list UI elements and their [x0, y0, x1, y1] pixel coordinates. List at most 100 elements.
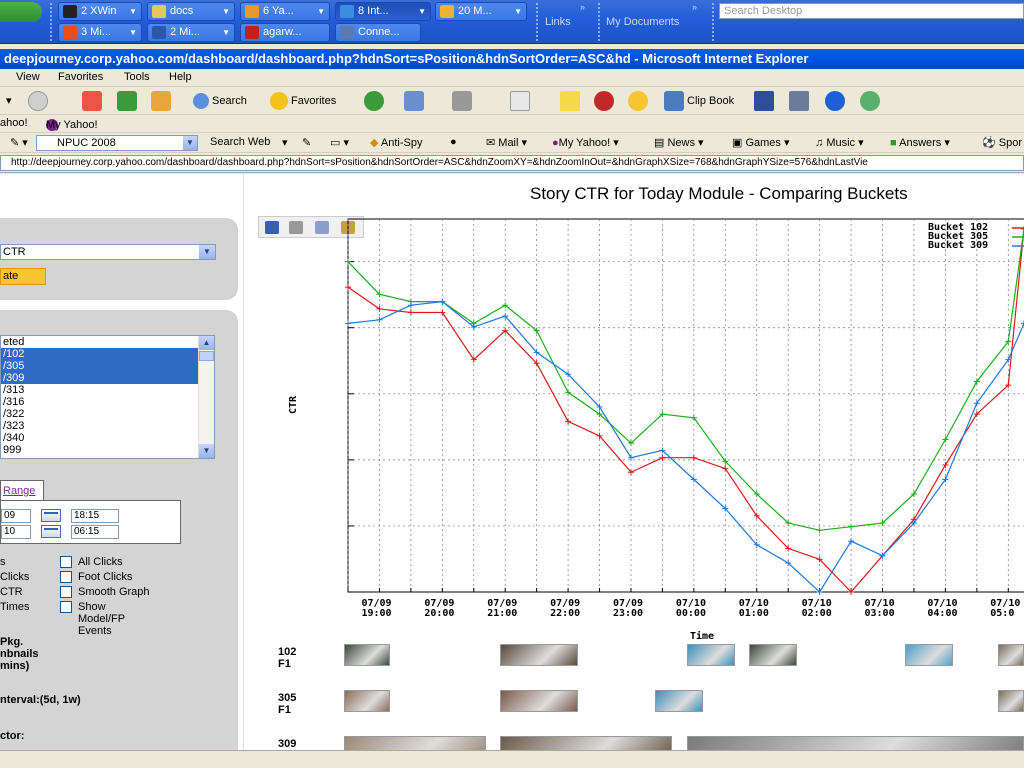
- data-point: [439, 309, 446, 316]
- research-button[interactable]: [789, 90, 812, 112]
- toolbar-grip[interactable]: [712, 3, 716, 41]
- search-web-dropdown[interactable]: ▾: [282, 136, 288, 149]
- story-thumbnail[interactable]: [687, 644, 735, 666]
- tick-label: 01:00: [738, 608, 769, 619]
- taskbar-button[interactable]: 2 Mi... ▼: [147, 23, 235, 42]
- monitor-button[interactable]: [754, 90, 777, 112]
- music-menu[interactable]: ♫ Music ▾: [815, 136, 864, 149]
- taskbar-button[interactable]: Conne...: [335, 23, 421, 42]
- tick-label: 02:00: [801, 608, 832, 619]
- story-thumbnail[interactable]: [749, 644, 797, 666]
- y-axis-label: CTR: [288, 395, 299, 414]
- taskbar-button[interactable]: agarw...: [240, 23, 330, 42]
- chevron-icon[interactable]: »: [692, 2, 697, 12]
- series-line: [347, 300, 1024, 593]
- chevron-down-icon[interactable]: ▼: [183, 136, 197, 150]
- refresh-button[interactable]: [117, 90, 140, 112]
- mail-menu[interactable]: ✉ Mail ▾: [486, 136, 527, 149]
- edit-button[interactable]: [510, 90, 533, 112]
- app-icon: [63, 5, 77, 18]
- yahoo-search-input[interactable]: NPUC 2008 ▼: [36, 135, 198, 151]
- start-button[interactable]: [0, 2, 42, 22]
- search-icon: [193, 93, 209, 110]
- privacy-icon[interactable]: ●: [450, 136, 457, 148]
- chevron-down-icon: ▼: [222, 7, 230, 16]
- chevron-down-icon: ▼: [418, 7, 426, 16]
- search-button[interactable]: Search: [193, 90, 247, 112]
- favorites-button[interactable]: Favorites: [270, 90, 336, 112]
- news-menu[interactable]: ▤ News ▾: [654, 136, 704, 149]
- chevron-icon[interactable]: »: [580, 2, 585, 12]
- app-icon: [440, 5, 454, 18]
- mail-button[interactable]: [404, 90, 427, 112]
- messenger-button[interactable]: [628, 90, 651, 112]
- address-input[interactable]: http://deepjourney.corp.yahoo.com/dashbo…: [0, 155, 1024, 171]
- yahoo-button[interactable]: [594, 90, 617, 112]
- legend-entry: Bucket 309: [928, 240, 989, 251]
- anti-spy-button[interactable]: ◆ Anti-Spy: [370, 136, 423, 149]
- app-icon: [63, 26, 77, 39]
- story-thumbnail[interactable]: [500, 736, 672, 750]
- menu-view[interactable]: View: [16, 71, 40, 83]
- page-content: CTR ▼ ate eted/102/305/309/313/316/322/3…: [0, 174, 1024, 750]
- tick-label: 19:00: [361, 608, 392, 619]
- story-thumbnail[interactable]: [344, 690, 390, 712]
- story-thumbnail[interactable]: [344, 736, 486, 750]
- story-thumbnail[interactable]: [655, 690, 703, 712]
- taskbar-button[interactable]: docs ▼: [147, 2, 235, 21]
- story-thumbnail[interactable]: [905, 644, 953, 666]
- tick-label: 20:00: [424, 608, 455, 619]
- links-toolbar-label[interactable]: Links: [545, 16, 571, 28]
- taskbar-button[interactable]: 8 Int... ▼: [335, 2, 431, 21]
- taskbar-button[interactable]: 20 M... ▼: [435, 2, 527, 21]
- print-button[interactable]: [452, 90, 475, 112]
- highlight-icon[interactable]: ✎: [302, 136, 311, 149]
- desktop-search-input[interactable]: Search Desktop: [719, 3, 1024, 19]
- series-line: [347, 228, 1024, 531]
- story-thumbnail[interactable]: [500, 690, 578, 712]
- taskbar-button[interactable]: 3 Mi... ▼: [58, 23, 142, 42]
- my-yahoo-menu[interactable]: ●My Yahoo! ▾: [552, 136, 619, 149]
- notes-button[interactable]: [560, 90, 583, 112]
- story-thumbnail[interactable]: [500, 644, 578, 666]
- tick-label: 05:0: [990, 608, 1015, 619]
- clipbook-button[interactable]: Clip Book: [664, 90, 734, 112]
- sports-menu[interactable]: ⚽ Spor: [982, 136, 1022, 149]
- back-dropdown-icon[interactable]: ▾: [6, 90, 12, 112]
- forward-button[interactable]: [28, 90, 51, 112]
- plot-frame: [347, 218, 1024, 593]
- story-thumbnail[interactable]: [344, 644, 390, 666]
- data-point: [690, 454, 697, 461]
- data-point: [816, 527, 823, 534]
- taskbar-button[interactable]: 2 XWin ▼: [58, 2, 142, 21]
- app-icon: [245, 26, 259, 39]
- pencil-icon[interactable]: ✎ ▾: [10, 136, 28, 149]
- toolbar-grip[interactable]: [536, 3, 540, 41]
- story-thumbnail[interactable]: [998, 690, 1024, 712]
- menu-help[interactable]: Help: [169, 71, 192, 83]
- popup-blocker-icon[interactable]: ▭ ▾: [330, 136, 349, 149]
- star-icon: [270, 92, 288, 111]
- toolbar-grip[interactable]: [598, 3, 602, 41]
- menu-favorites[interactable]: Favorites: [58, 71, 103, 83]
- home-button[interactable]: [151, 90, 174, 112]
- toolbar-grip[interactable]: [50, 3, 54, 41]
- games-menu[interactable]: ▣ Games ▾: [732, 136, 790, 149]
- menu-tools[interactable]: Tools: [124, 71, 150, 83]
- data-point: [942, 461, 949, 468]
- chevron-down-icon: ▼: [514, 7, 522, 16]
- my-documents-label[interactable]: My Documents: [606, 16, 679, 28]
- stop-button[interactable]: [82, 90, 105, 112]
- story-thumbnail[interactable]: [687, 736, 1024, 750]
- bluetooth-button[interactable]: [825, 90, 848, 112]
- link-yahoo[interactable]: ahoo!: [0, 117, 28, 129]
- data-point: [407, 302, 414, 309]
- app-icon: [152, 26, 166, 39]
- taskbar-button[interactable]: 6 Ya... ▼: [240, 2, 330, 21]
- standard-toolbar: ▾ Search Favorites Clip Book: [0, 87, 1024, 115]
- messenger-people-button[interactable]: [860, 90, 883, 112]
- search-web-button[interactable]: Search Web: [210, 136, 270, 148]
- story-thumbnail[interactable]: [998, 644, 1024, 666]
- answers-menu[interactable]: ■ Answers ▾: [890, 136, 950, 149]
- history-button[interactable]: [364, 90, 387, 112]
